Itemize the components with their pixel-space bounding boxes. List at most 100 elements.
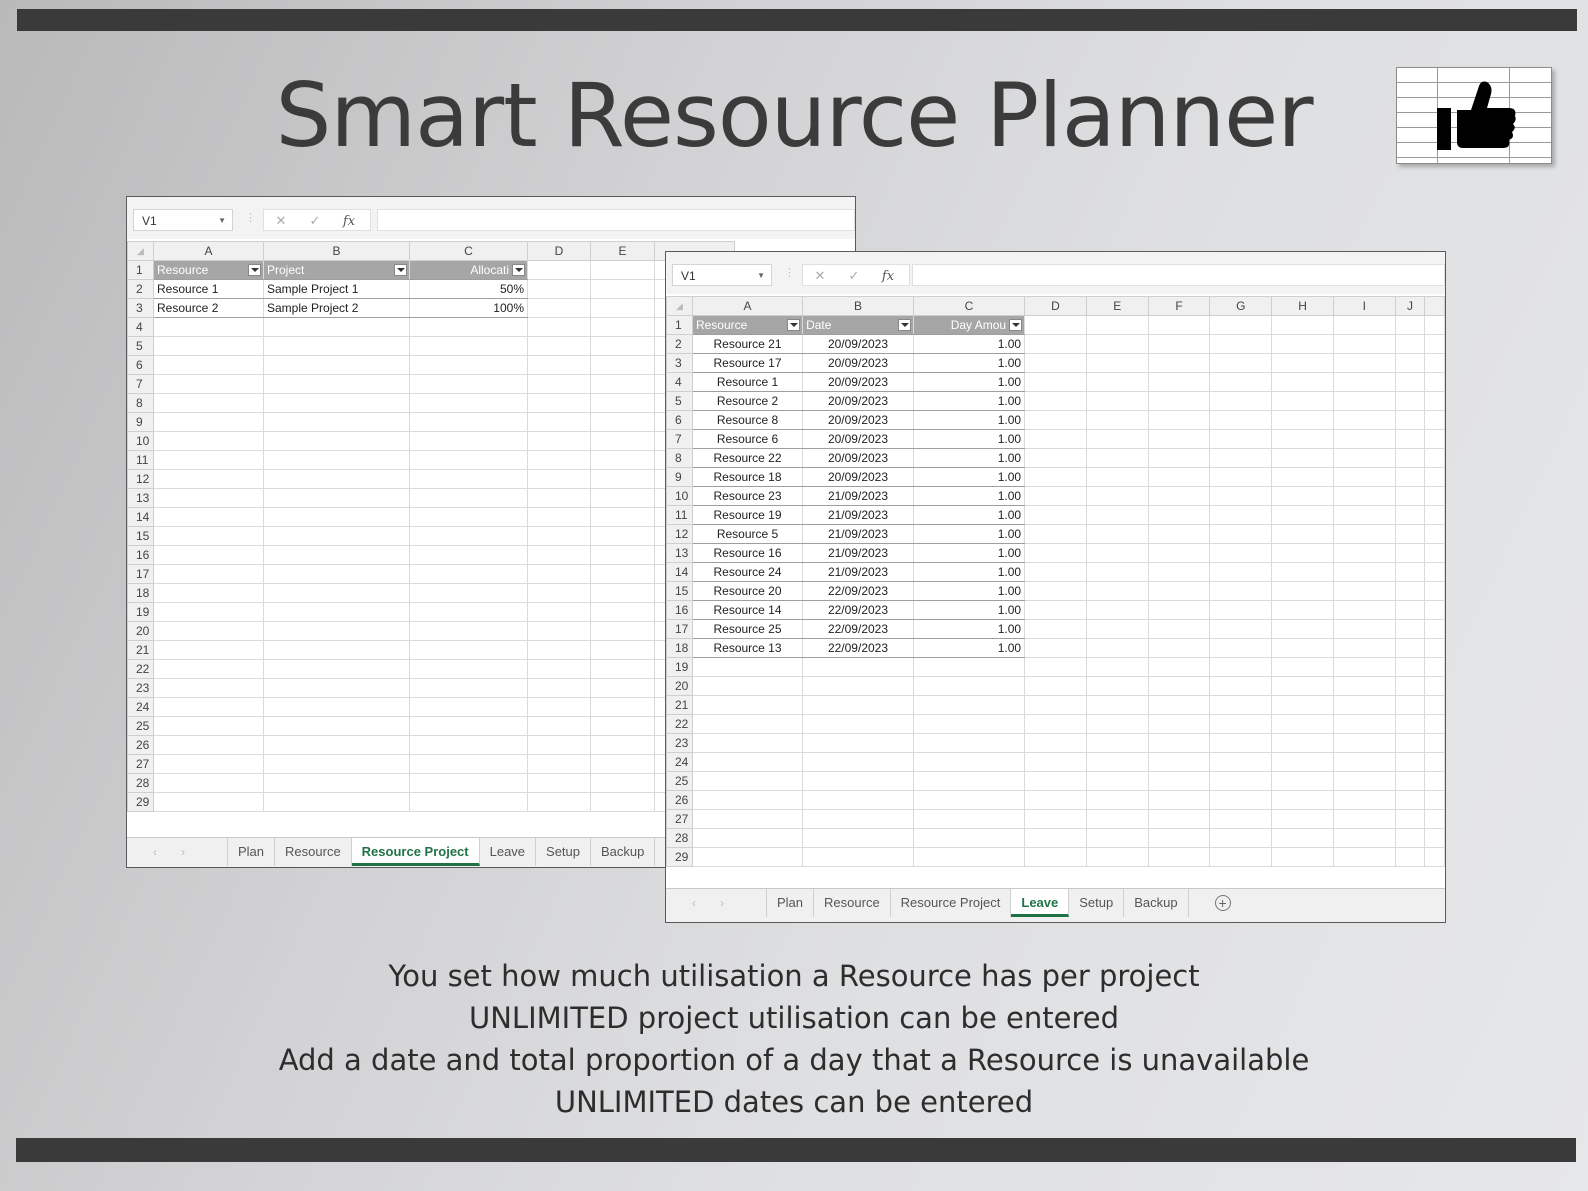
row-header[interactable]: 8 [127, 393, 154, 413]
cell[interactable] [1147, 410, 1211, 430]
filter-dropdown-icon[interactable] [394, 264, 407, 276]
cell[interactable] [590, 412, 655, 432]
row-header[interactable]: 15 [127, 526, 154, 546]
cell[interactable] [1085, 752, 1149, 772]
cell[interactable] [1209, 448, 1273, 468]
cell[interactable] [1209, 790, 1273, 810]
table-header-cell[interactable]: Allocati [409, 260, 528, 280]
cell[interactable] [590, 469, 655, 489]
cell[interactable] [691, 695, 804, 715]
cell[interactable] [1424, 467, 1445, 487]
cell[interactable] [1333, 676, 1396, 696]
cell[interactable] [1024, 771, 1087, 791]
cell[interactable] [912, 695, 1026, 715]
cell[interactable] [1024, 733, 1087, 753]
cell[interactable] [1085, 657, 1149, 677]
sheet-tab-resource[interactable]: Resource [814, 889, 891, 917]
cell[interactable] [527, 488, 591, 508]
row-header[interactable]: 20 [127, 621, 154, 641]
cell[interactable] [527, 260, 591, 280]
cell[interactable] [590, 526, 655, 546]
cell[interactable] [912, 809, 1026, 829]
cell[interactable] [263, 716, 410, 736]
cell[interactable] [527, 279, 591, 299]
cell[interactable] [1394, 809, 1426, 829]
cell[interactable] [1024, 790, 1087, 810]
cell[interactable]: Resource 1 [691, 372, 804, 392]
row-header[interactable]: 14 [127, 507, 154, 527]
cell[interactable]: 1.00 [912, 543, 1026, 563]
cell[interactable] [409, 697, 528, 717]
cell[interactable] [1424, 771, 1445, 791]
cell[interactable] [409, 507, 528, 527]
cell[interactable] [1085, 429, 1149, 449]
cell[interactable] [527, 583, 591, 603]
cell[interactable] [409, 754, 528, 774]
cell[interactable] [1271, 353, 1334, 373]
cell[interactable] [1424, 619, 1445, 639]
cell[interactable] [527, 393, 591, 413]
cell[interactable]: 1.00 [912, 334, 1026, 354]
cell[interactable]: 1.00 [912, 467, 1026, 487]
cell[interactable] [409, 621, 528, 641]
cell[interactable] [590, 754, 655, 774]
cell[interactable] [1085, 619, 1149, 639]
cell[interactable] [1333, 752, 1396, 772]
cell[interactable] [263, 469, 410, 489]
cell[interactable] [1424, 828, 1445, 848]
cell[interactable] [1333, 372, 1396, 392]
cell[interactable] [1085, 562, 1149, 582]
fx-icon[interactable]: fx [871, 266, 905, 288]
cell[interactable]: Resource 20 [691, 581, 804, 601]
table-header-cell[interactable]: Project [263, 260, 410, 280]
cell[interactable] [409, 640, 528, 660]
row-header[interactable]: 20 [666, 676, 693, 696]
sheet-tab-leave[interactable]: Leave [480, 838, 537, 866]
column-header[interactable]: B [802, 296, 914, 316]
cell[interactable] [1394, 733, 1426, 753]
cell[interactable] [263, 488, 410, 508]
cell[interactable] [1271, 676, 1334, 696]
cell[interactable] [263, 602, 410, 622]
cell[interactable] [590, 640, 655, 660]
cell[interactable] [263, 412, 410, 432]
column-header[interactable]: C [912, 296, 1026, 316]
cell[interactable] [263, 393, 410, 413]
cell[interactable]: 21/09/2023 [802, 562, 914, 582]
cell[interactable] [263, 545, 410, 565]
cell[interactable] [1024, 543, 1087, 563]
cell[interactable] [1424, 315, 1445, 335]
cell[interactable] [1333, 638, 1396, 658]
cell[interactable] [1085, 847, 1149, 867]
cell[interactable] [1024, 429, 1087, 449]
cell[interactable] [1209, 410, 1273, 430]
cell[interactable] [153, 507, 264, 527]
cell[interactable] [1394, 790, 1426, 810]
cell[interactable] [590, 355, 655, 375]
cell[interactable] [1147, 448, 1211, 468]
cell[interactable] [1271, 391, 1334, 411]
cell[interactable] [1424, 695, 1445, 715]
row-header[interactable]: 25 [127, 716, 154, 736]
column-header[interactable]: H [1271, 296, 1334, 316]
cell[interactable] [912, 752, 1026, 772]
column-header[interactable]: D [527, 241, 591, 261]
cell[interactable] [1333, 315, 1396, 335]
cell[interactable] [153, 792, 264, 812]
cell[interactable] [1085, 600, 1149, 620]
column-header[interactable]: F [1147, 296, 1211, 316]
cell[interactable] [263, 336, 410, 356]
cell[interactable] [1394, 543, 1426, 563]
row-header[interactable]: 21 [666, 695, 693, 715]
cell[interactable] [527, 697, 591, 717]
cell[interactable] [263, 564, 410, 584]
cell[interactable] [1147, 543, 1211, 563]
cell[interactable] [590, 393, 655, 413]
cell[interactable] [1147, 524, 1211, 544]
cell[interactable] [1271, 790, 1334, 810]
cell[interactable] [1209, 733, 1273, 753]
row-header[interactable]: 26 [127, 735, 154, 755]
row-header[interactable]: 4 [666, 372, 693, 392]
cell[interactable] [1024, 695, 1087, 715]
cell[interactable] [527, 602, 591, 622]
